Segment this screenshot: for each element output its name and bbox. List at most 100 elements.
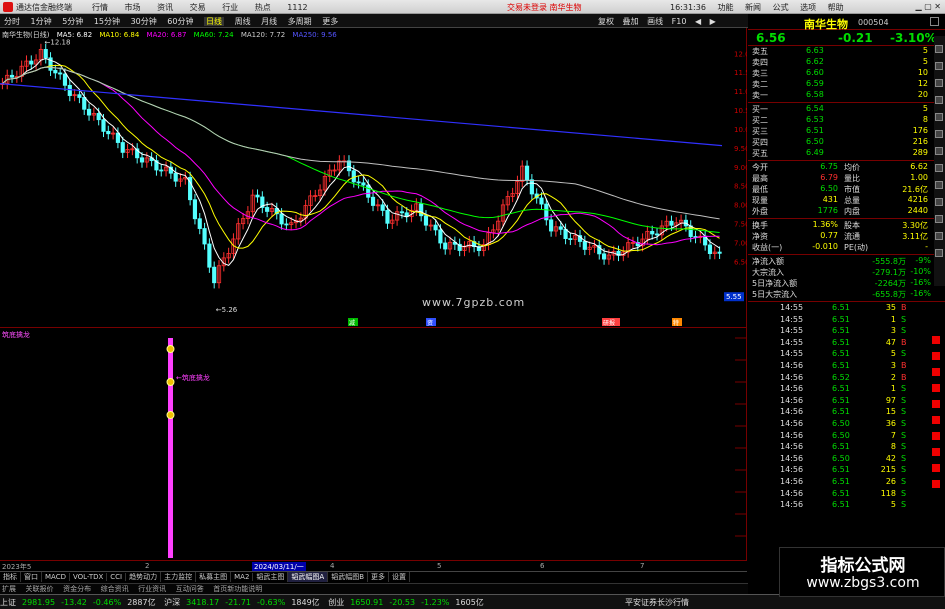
tab-vol[interactable]: VOL-TDX [70, 573, 108, 581]
side-button[interactable] [935, 62, 943, 70]
f10-button[interactable]: F10 [672, 17, 687, 26]
tab-intraday[interactable]: 分时 [4, 17, 20, 26]
tab-1min[interactable]: 1分钟 [31, 17, 52, 26]
tick-row-cell: 118 [880, 488, 896, 498]
tab-monthly[interactable]: 月线 [261, 17, 277, 26]
draw-button[interactable]: 画线 [647, 17, 663, 26]
tab-trend[interactable]: 趋势动力 [126, 572, 162, 582]
menu-quotes[interactable]: 行情 [92, 3, 108, 12]
ext-tab[interactable]: 行业资讯 [138, 585, 166, 593]
menu-formula[interactable]: 公式 [773, 3, 789, 12]
marker[interactable] [932, 432, 940, 440]
marker[interactable] [932, 464, 940, 472]
ext-tab[interactable]: 综合资讯 [101, 585, 129, 593]
tab-cci[interactable]: CCI [107, 573, 127, 581]
tab-more[interactable]: 更多 [322, 17, 338, 26]
marker[interactable] [932, 416, 940, 424]
side-button[interactable] [935, 215, 943, 223]
sh-label[interactable]: 上证 [0, 598, 16, 607]
marker[interactable] [932, 352, 940, 360]
tab-indicator[interactable]: 指标 [0, 572, 21, 582]
tab-60min[interactable]: 60分钟 [167, 17, 193, 26]
ext-tab[interactable]: 资金分布 [63, 585, 91, 593]
tab-macd[interactable]: MACD [42, 573, 70, 581]
menu-hot[interactable]: 热点 [255, 3, 271, 12]
marker[interactable] [932, 384, 940, 392]
money-flow: 净流入额 -555.8万 -9% 大宗流入 -279.1万 -10% 5日净流入额 -2264… [748, 256, 945, 300]
tick-row-cell: S [901, 442, 907, 452]
ext-tab[interactable]: 首页新功能说明 [213, 585, 262, 593]
tab-5min[interactable]: 5分钟 [62, 17, 83, 26]
marker[interactable] [932, 448, 940, 456]
side-button[interactable] [935, 164, 943, 172]
ext-tab[interactable]: 扩展 [2, 585, 16, 593]
tab-ma2[interactable]: MA2 [231, 573, 254, 581]
flow-row-cell: -16% [910, 278, 931, 287]
side-button[interactable] [935, 79, 943, 87]
overlay-button[interactable]: 叠加 [623, 17, 639, 26]
price-tick: 9.00 [734, 164, 747, 172]
adjust-button[interactable]: 复权 [598, 17, 614, 26]
next-icon[interactable]: ▶ [710, 17, 716, 26]
marker[interactable] [932, 480, 940, 488]
menu-news[interactable]: 资讯 [157, 3, 173, 12]
side-button[interactable] [935, 147, 943, 155]
tick-row-cell: S [901, 326, 907, 336]
side-button[interactable] [935, 130, 943, 138]
tab-window[interactable]: 窗口 [21, 572, 42, 582]
tab-taowu-b[interactable]: 韬武幅图B [328, 572, 369, 582]
candle [86, 108, 92, 116]
menu-trade[interactable]: 交易 [190, 3, 206, 12]
menu-news2[interactable]: 新闻 [745, 3, 761, 12]
kline-pane[interactable]: 12.00 11.50 11.00 10.50 10.00 9.50 9.00 8.50 8.0… [0, 28, 747, 328]
tick-list[interactable]: 14:55 6.51 35 B 14:55 6.51 1 S 14:55 6.51 3 S 14:55 6… [748, 303, 945, 512]
ask-row: 卖五 6.63 5 [748, 46, 945, 57]
candle [717, 251, 722, 254]
side-button[interactable] [935, 198, 943, 206]
prev-icon[interactable]: ◀ [695, 17, 701, 26]
tick-row-cell: S [901, 418, 907, 428]
indicator-chart[interactable]: 20.0018.0016.0014.0012.0010.008.006.004.… [0, 328, 747, 560]
side-button[interactable] [935, 96, 943, 104]
menu-help[interactable]: 帮助 [828, 3, 844, 12]
tab-taowu-main[interactable]: 韬武主图 [253, 572, 289, 582]
side-button[interactable] [935, 45, 943, 53]
ext-tab[interactable]: 互动问答 [176, 585, 204, 593]
bid-row-cell: 8 [922, 115, 928, 124]
tab-monitor[interactable]: 主力监控 [161, 572, 197, 582]
menu-function[interactable]: 功能 [717, 3, 733, 12]
side-button[interactable] [935, 232, 943, 240]
marker[interactable] [932, 368, 940, 376]
tab-weekly[interactable]: 周线 [235, 17, 251, 26]
kline-chart[interactable]: 12.00 11.50 11.00 10.50 10.00 9.50 9.00 8.50 8.0… [0, 28, 747, 328]
expand-icon[interactable] [930, 17, 939, 26]
side-button[interactable] [935, 249, 943, 257]
window-controls[interactable]: ▁ ▢ ✕ [916, 2, 942, 11]
tab-private[interactable]: 私募主图 [196, 572, 232, 582]
tab-settings[interactable]: 设置 [389, 572, 411, 582]
marker[interactable] [932, 336, 940, 344]
tab-daily[interactable]: 日线 [204, 17, 225, 26]
menu-options[interactable]: 选项 [800, 3, 816, 12]
tick-row-cell: 14:56 [780, 384, 804, 394]
ext-tab[interactable]: 关联报价 [26, 585, 54, 593]
side-button[interactable] [935, 113, 943, 121]
cy-label[interactable]: 创业 [328, 598, 344, 607]
tab-30min[interactable]: 30分钟 [131, 17, 157, 26]
tab-15min[interactable]: 15分钟 [94, 17, 120, 26]
tab-more[interactable]: 更多 [368, 572, 390, 582]
stat-row: 最低 6.50 市值 21.6亿 [748, 184, 945, 195]
side-button[interactable] [935, 181, 943, 189]
sz-label[interactable]: 沪深 [164, 598, 180, 607]
indicator-pane[interactable]: 20.0018.0016.0014.0012.0010.008.006.004.… [0, 328, 747, 560]
candle [351, 170, 356, 183]
trade-status[interactable]: 交易未登录 南华生物 [507, 2, 582, 13]
tab-taowu-a[interactable]: 韬武幅图A [288, 572, 329, 582]
menu-code[interactable]: 1112 [287, 3, 307, 12]
tab-multi[interactable]: 多周期 [288, 17, 312, 26]
main-menu: 行情 市场 资讯 交易 行业 热点 1112 [92, 2, 322, 13]
marker[interactable] [932, 400, 940, 408]
broker-name[interactable]: 平安证券长沙行情 [625, 597, 689, 608]
menu-market[interactable]: 市场 [125, 3, 141, 12]
menu-industry[interactable]: 行业 [222, 3, 238, 12]
